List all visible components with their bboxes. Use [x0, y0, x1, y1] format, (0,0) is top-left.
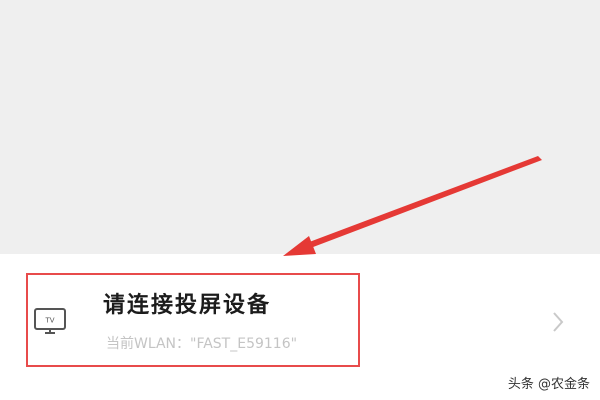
cast-title: 请连接投屏设备 — [103, 293, 272, 318]
wlan-subtitle: 当前WLAN："FAST_E59116" — [106, 336, 298, 352]
tv-icon-label: TV — [44, 317, 54, 325]
tv-icon: TV — [34, 308, 66, 334]
watermark: 头条 @农金条 — [507, 377, 590, 392]
chevron-right-icon[interactable] — [551, 311, 565, 333]
screen: TV 请连接投屏设备 当前WLAN："FAST_E59116" 头条 @农金条 — [0, 0, 600, 400]
content-area — [0, 0, 600, 254]
